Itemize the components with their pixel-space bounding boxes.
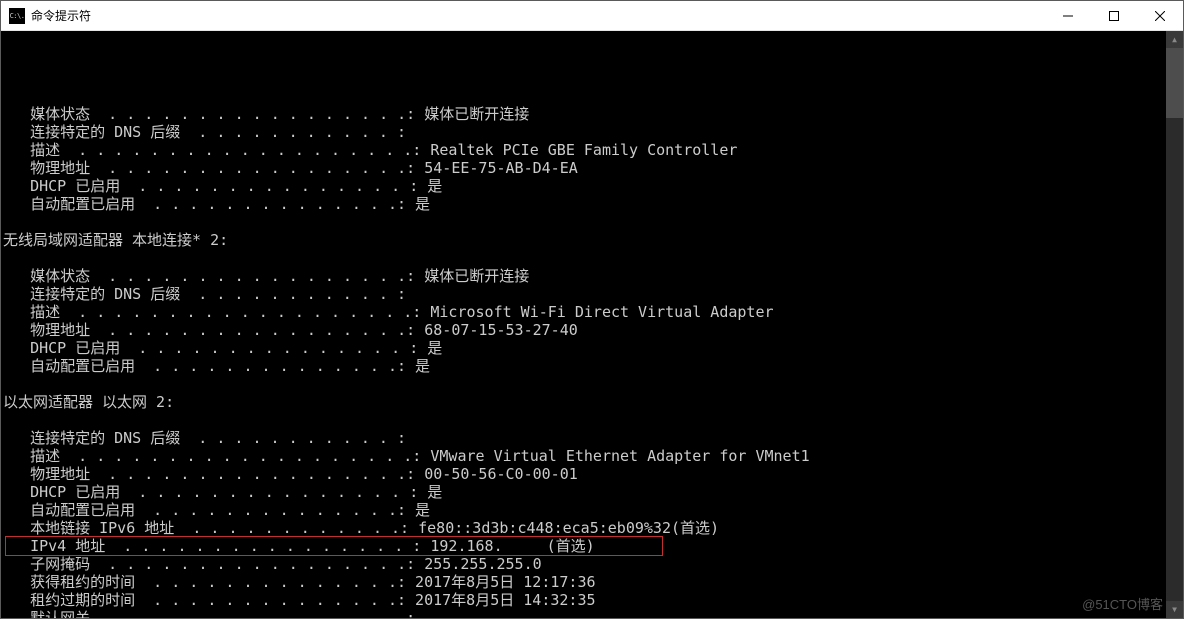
scroll-up-button[interactable]: ▲ — [1166, 31, 1183, 48]
window-title: 命令提示符 — [31, 7, 91, 24]
output-row: DHCP 已启用 . . . . . . . . . . . . . . . :… — [3, 177, 1183, 195]
output-line — [3, 375, 1183, 393]
output-line — [3, 249, 1183, 267]
output-row: 物理地址 . . . . . . . . . . . . . . . . .: … — [3, 159, 1183, 177]
scroll-track[interactable] — [1166, 48, 1183, 601]
output-row: 连接特定的 DNS 后缀 . . . . . . . . . . . : — [3, 285, 1183, 303]
minimize-button[interactable] — [1045, 1, 1091, 31]
output-line — [3, 411, 1183, 429]
cmd-icon: C:\. — [9, 8, 25, 24]
section-header: 以太网适配器 以太网 2: — [3, 393, 1183, 411]
output-line — [3, 213, 1183, 231]
output-row: 租约过期的时间 . . . . . . . . . . . . . .: 201… — [3, 591, 1183, 609]
output-row: 自动配置已启用 . . . . . . . . . . . . . .: 是 — [3, 195, 1183, 213]
output-row: 获得租约的时间 . . . . . . . . . . . . . .: 201… — [3, 573, 1183, 591]
output-row: IPv4 地址 . . . . . . . . . . . . . . . . … — [3, 537, 1183, 555]
output-row: 自动配置已启用 . . . . . . . . . . . . . .: 是 — [3, 501, 1183, 519]
terminal-output[interactable]: 媒体状态 . . . . . . . . . . . . . . . . .: … — [1, 31, 1183, 618]
scroll-thumb[interactable] — [1166, 48, 1183, 118]
output-row: 本地链接 IPv6 地址 . . . . . . . . . . . .: fe… — [3, 519, 1183, 537]
maximize-button[interactable] — [1091, 1, 1137, 31]
output-row: 媒体状态 . . . . . . . . . . . . . . . . .: … — [3, 267, 1183, 285]
output-row: 描述 . . . . . . . . . . . . . . . . . . .… — [3, 447, 1183, 465]
vertical-scrollbar[interactable]: ▲ ▼ — [1166, 31, 1183, 618]
output-line — [3, 87, 1183, 105]
watermark: @51CTO博客 — [1082, 596, 1163, 614]
output-row: DHCP 已启用 . . . . . . . . . . . . . . . :… — [3, 483, 1183, 501]
output-row: 自动配置已启用 . . . . . . . . . . . . . .: 是 — [3, 357, 1183, 375]
titlebar[interactable]: C:\. 命令提示符 — [1, 1, 1183, 31]
output-row: 物理地址 . . . . . . . . . . . . . . . . .: … — [3, 465, 1183, 483]
output-row: 连接特定的 DNS 后缀 . . . . . . . . . . . : — [3, 429, 1183, 447]
output-row: 默认网关 . . . . . . . . . . . . . . . . .: — [3, 609, 1183, 618]
output-row: 描述 . . . . . . . . . . . . . . . . . . .… — [3, 303, 1183, 321]
output-row: DHCP 已启用 . . . . . . . . . . . . . . . :… — [3, 339, 1183, 357]
close-button[interactable] — [1137, 1, 1183, 31]
section-header: 无线局域网适配器 本地连接* 2: — [3, 231, 1183, 249]
output-row: 连接特定的 DNS 后缀 . . . . . . . . . . . : — [3, 123, 1183, 141]
output-row: 媒体状态 . . . . . . . . . . . . . . . . .: … — [3, 105, 1183, 123]
scroll-down-button[interactable]: ▼ — [1166, 601, 1183, 618]
output-row: 物理地址 . . . . . . . . . . . . . . . . .: … — [3, 321, 1183, 339]
cmd-window: C:\. 命令提示符 媒体状态 . . . . . . . . . . . . … — [0, 0, 1184, 619]
output-row: 子网掩码 . . . . . . . . . . . . . . . . .: … — [3, 555, 1183, 573]
output-row: 描述 . . . . . . . . . . . . . . . . . . .… — [3, 141, 1183, 159]
